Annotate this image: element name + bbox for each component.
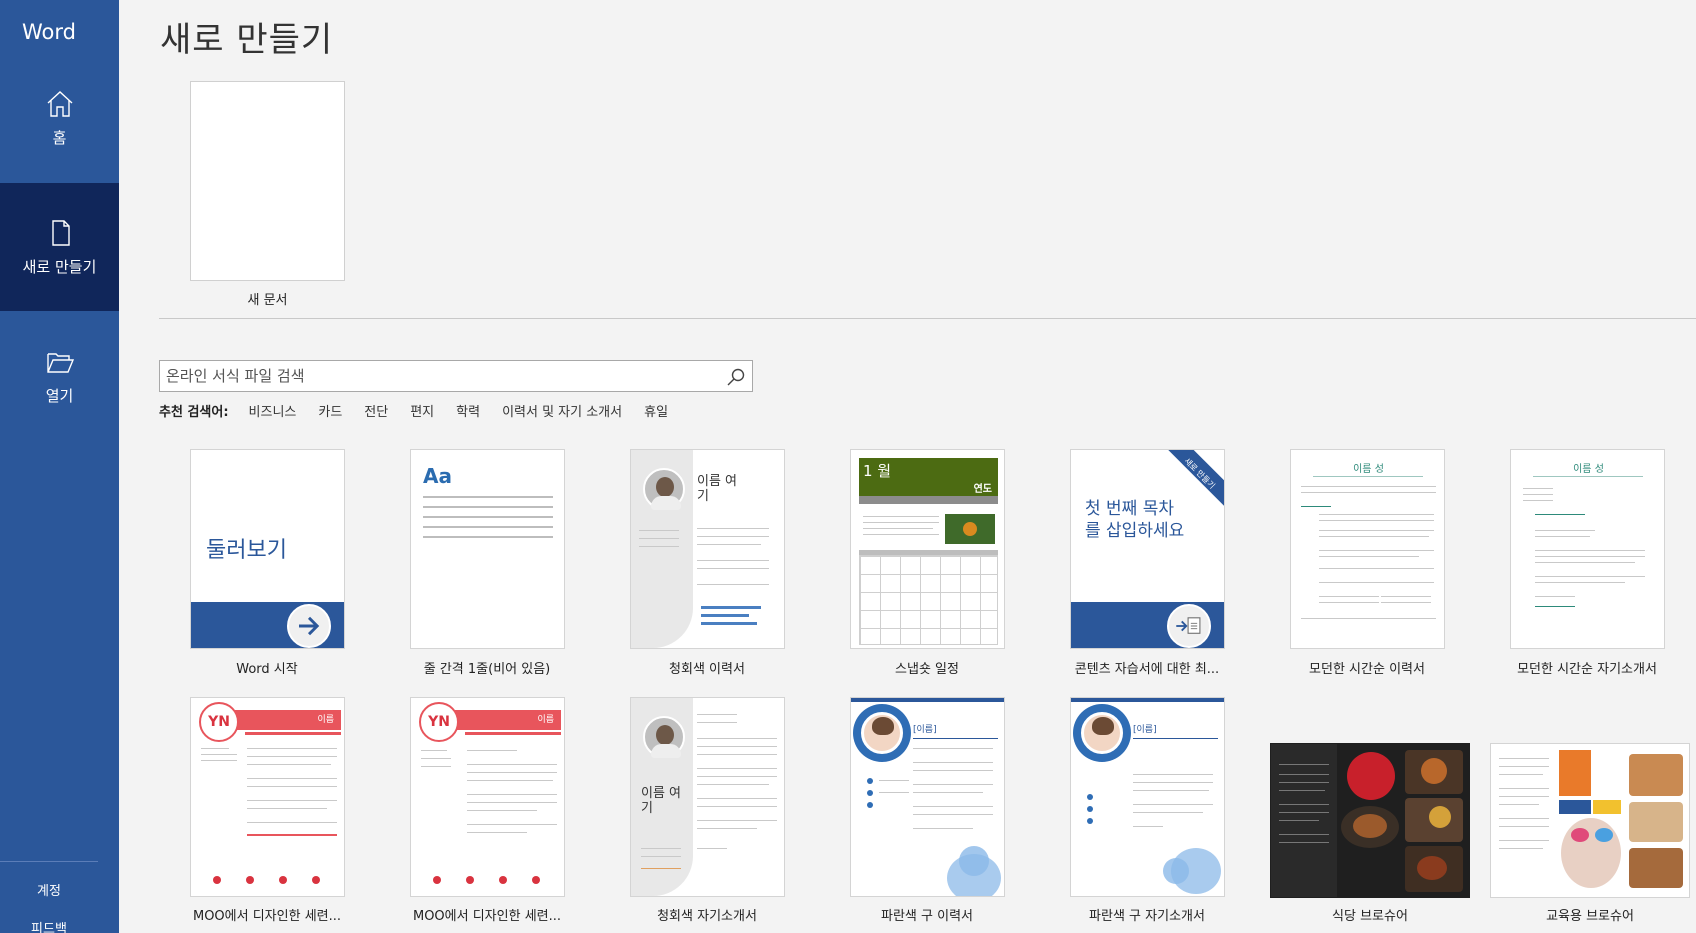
suggested-search-link[interactable]: 편지	[410, 401, 434, 420]
template-thumb-text: YN	[208, 714, 230, 730]
template-card-modern-resume[interactable]: 이름 성	[1290, 449, 1445, 649]
template-card-modern-cover-letter[interactable]: 이름 성	[1510, 449, 1665, 649]
home-icon	[47, 90, 72, 117]
template-thumb-text: YN	[428, 714, 450, 730]
template-search-input[interactable]	[166, 361, 726, 391]
avatar	[643, 468, 685, 510]
template-label: MOO에서 디자인한 세련...	[192, 909, 342, 924]
sidebar-item-open[interactable]: 열기	[0, 312, 119, 440]
sidebar-item-home[interactable]: 홈	[0, 54, 119, 182]
sidebar-divider	[0, 861, 98, 862]
search-icon[interactable]	[726, 367, 746, 387]
avatar	[1081, 712, 1123, 754]
sidebar: Word 홈 새로 만들기 열기 계정 피드백	[0, 0, 119, 933]
template-label: 콘텐츠 자습서에 대한 최...	[1074, 662, 1220, 677]
suggested-search-link[interactable]: 비즈니스	[249, 401, 297, 420]
template-thumb-text: Aa	[423, 464, 452, 488]
sidebar-item-account[interactable]: 계정	[0, 880, 98, 899]
template-thumb-text: 이름 여기	[641, 786, 682, 816]
suggested-searches-label: 추천 검색어:	[159, 404, 229, 420]
blank-document-card[interactable]	[190, 81, 345, 281]
sidebar-item-new[interactable]: 새로 만들기	[0, 183, 119, 311]
avatar	[643, 716, 685, 758]
template-label: Word 시작	[236, 662, 298, 677]
template-thumb-text: 첫 번째 목차를 삽입하세요	[1085, 499, 1185, 541]
template-thumb-text: 둘러보기	[206, 538, 287, 563]
suggested-search-link[interactable]: 전단	[364, 401, 388, 420]
template-label: 모던한 시간순 이력서	[1309, 662, 1425, 677]
template-thumb-text: 이름 성	[1353, 464, 1384, 475]
template-card-word-tour[interactable]: 둘러보기	[190, 449, 345, 649]
monogram-circle: YN	[199, 702, 239, 742]
sidebar-item-label: 새로 만들기	[22, 257, 97, 276]
new-badge-label: 새로 만들기	[1182, 456, 1217, 491]
template-label: 식당 브로슈어	[1332, 909, 1408, 924]
app-name: Word	[22, 20, 76, 44]
sidebar-item-label: 열기	[45, 386, 74, 405]
template-card-education-brochure[interactable]	[1490, 743, 1690, 898]
template-label: 파란색 구 이력서	[881, 909, 973, 924]
template-label: 줄 간격 1줄(비어 있음)	[423, 662, 551, 677]
template-label: 파란색 구 자기소개서	[1089, 909, 1205, 924]
template-card-bluegray-cover-letter[interactable]: 이름 여기	[630, 697, 785, 897]
template-label: 청회색 이력서	[669, 662, 745, 677]
template-thumb-text: 이름 여기	[697, 474, 738, 504]
template-card-blue-sphere-resume[interactable]: [이름]	[850, 697, 1005, 897]
template-thumb-text: [이름]	[1133, 725, 1157, 735]
template-thumb-sub: 연도	[973, 484, 992, 495]
sidebar-item-feedback[interactable]: 피드백	[0, 918, 98, 933]
folder-open-icon	[46, 352, 74, 373]
template-card-moo-resume[interactable]: YN 이름	[190, 697, 345, 897]
sidebar-item-label: 홈	[52, 128, 67, 147]
template-label: MOO에서 디자인한 세련...	[412, 909, 562, 924]
page-title: 새로 만들기	[160, 20, 334, 60]
avatar	[861, 712, 903, 754]
template-thumb-text: [이름]	[913, 725, 937, 735]
blank-document-label: 새 문서	[247, 293, 288, 308]
template-label: 스냅숏 일정	[895, 662, 959, 677]
suggested-search-link[interactable]: 이력서 및 자기 소개서	[502, 401, 622, 420]
template-label: 교육용 브로슈어	[1546, 909, 1634, 924]
template-label: 청회색 자기소개서	[657, 909, 757, 924]
suggested-searches: 추천 검색어: 비즈니스 카드 전단 편지 학력 이력서 및 자기 소개서 휴일	[159, 401, 690, 420]
template-card-bluegray-resume[interactable]: 이름 여기	[630, 449, 785, 649]
template-thumb-text: 이름 성	[1573, 464, 1604, 475]
template-label: 모던한 시간순 자기소개서	[1517, 662, 1657, 677]
suggested-search-link[interactable]: 학력	[456, 401, 480, 420]
monogram-circle: YN	[419, 702, 459, 742]
template-thumb-text: 1 월	[863, 462, 892, 480]
suggested-search-link[interactable]: 카드	[318, 401, 342, 420]
template-card-single-spaced[interactable]: Aa	[410, 449, 565, 649]
arrow-right-icon	[287, 604, 331, 648]
template-thumb-sub: 이름	[537, 715, 554, 725]
template-card-restaurant-brochure[interactable]	[1270, 743, 1470, 898]
template-search-box	[159, 360, 753, 392]
template-card-toc-tutorial[interactable]: 첫 번째 목차를 삽입하세요 새로 만들기	[1070, 449, 1225, 649]
template-card-snapshot-calendar[interactable]: 1 월 연도	[850, 449, 1005, 649]
template-card-moo-cover-letter[interactable]: YN 이름	[410, 697, 565, 897]
new-document-icon	[51, 219, 70, 246]
suggested-search-link[interactable]: 휴일	[644, 401, 668, 420]
section-divider	[159, 318, 1696, 319]
template-card-blue-sphere-cover-letter[interactable]: [이름]	[1070, 697, 1225, 897]
template-thumb-sub: 이름	[317, 715, 334, 725]
document-arrow-icon	[1167, 604, 1211, 648]
